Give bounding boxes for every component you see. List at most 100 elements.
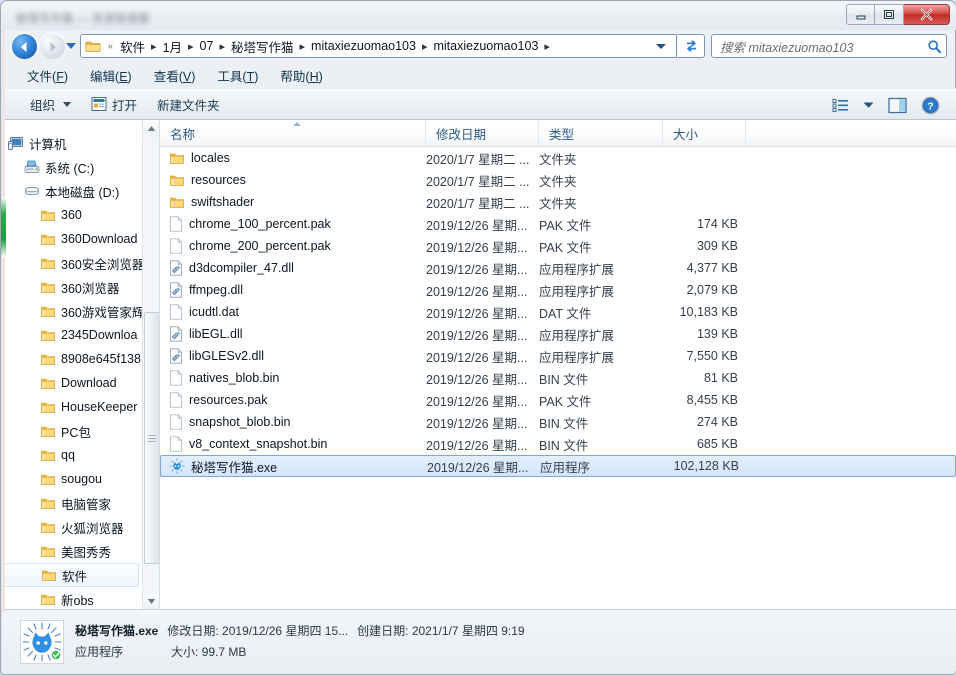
table-row[interactable]: chrome_200_percent.pak 2019/12/26 星期... PA… [160,235,956,257]
breadcrumb-sep-5[interactable]: ▸ [542,39,552,54]
sidebar-item-16[interactable]: 火狐浏览器 [2,515,147,539]
sidebar-item-19[interactable]: 新obs [2,587,147,609]
table-row[interactable]: natives_blob.bin 2019/12/26 星期... BIN 文件 81… [160,367,956,389]
breadcrumb-sep-2[interactable]: ▸ [217,39,227,54]
forward-button[interactable] [40,34,65,59]
breadcrumb-overflow[interactable]: « [105,40,116,52]
navigation-pane[interactable]: 计算机 系统 (C:) 本地磁盘 (D:) 360 360Download 360安全浏览… [2,120,160,609]
table-row[interactable]: libEGL.dll 2019/12/26 星期... 应用程序扩展 139 KB [160,323,956,345]
column-header-1[interactable]: 修改日期 [426,120,539,147]
sidebar-scroll-thumb[interactable] [144,312,159,564]
preview-pane-button[interactable] [882,94,913,117]
table-row[interactable]: chrome_100_percent.pak 2019/12/26 星期... PA… [160,213,956,235]
new-folder-button[interactable]: 新建文件夹 [147,91,230,118]
column-header-3[interactable]: 大小 [663,120,746,147]
sidebar-item-12[interactable]: PC包 [2,419,147,443]
breadcrumb-item-0[interactable]: 软件 [116,36,149,57]
sidebar-item-5[interactable]: 360安全浏览器 [2,251,147,275]
breadcrumb-sep-1[interactable]: ▸ [186,39,196,54]
file-size: 102,128 KB [673,459,739,473]
breadcrumb[interactable]: « 软件 ▸ 1月 ▸ 07 ▸ 秘塔写作猫 ▸ mitaxiezuomao10… [80,34,677,58]
file-name-cell: resources [160,173,426,187]
menu-bar: 文件(F) 编辑(E) 查看(V) 工具(T) 帮助(H) [2,63,956,88]
open-button[interactable]: 打开 [81,91,147,118]
sidebar-item-13[interactable]: qq [2,443,147,467]
refresh-button[interactable] [678,34,705,58]
file-list-pane[interactable]: 名称 修改日期 类型 大小 locales 2020/1/7 星期二 ... 文件夹 res… [160,120,956,609]
window-controls [846,4,950,25]
sidebar-item-3[interactable]: 360 [2,203,147,227]
menu-view[interactable]: 查看(V) [143,63,207,88]
search-input[interactable]: 搜索 mitaxiezuomao103 [720,37,927,56]
table-row[interactable]: snapshot_blob.bin 2019/12/26 星期... BIN 文件 2… [160,411,956,433]
help-button[interactable]: ? [915,93,946,118]
sidebar-item-9[interactable]: 8908e645f138 [2,347,147,371]
table-row[interactable]: v8_context_snapshot.bin 2019/12/26 星期... B… [160,433,956,455]
sidebar-item-2[interactable]: 本地磁盘 (D:) [2,179,147,203]
minimize-button[interactable] [846,4,875,25]
table-row[interactable]: d3dcompiler_47.dll 2019/12/26 星期... 应用程序扩展… [160,257,956,279]
back-button[interactable] [12,34,37,59]
file-type: 应用程序 [540,460,591,475]
sidebar-item-4[interactable]: 360Download [2,227,147,251]
table-row[interactable]: resources.pak 2019/12/26 星期... PAK 文件 8,455… [160,389,956,411]
dll-icon [170,260,183,276]
breadcrumb-item-5[interactable]: mitaxiezuomao103 [429,38,542,54]
sidebar-item-8[interactable]: 2345Downloa [2,323,147,347]
organize-button[interactable]: 组织 [20,91,81,118]
table-row[interactable]: locales 2020/1/7 星期二 ... 文件夹 [160,147,956,169]
breadcrumb-sep-4[interactable]: ▸ [420,39,430,54]
breadcrumb-sep-0[interactable]: ▸ [149,39,159,54]
folder-icon [41,594,55,605]
scroll-down-button[interactable] [143,593,159,609]
breadcrumb-sep-3[interactable]: ▸ [298,39,308,54]
sidebar-item-0[interactable]: 计算机 [2,131,147,155]
sidebar-item-6[interactable]: 360浏览器 [2,275,147,299]
file-icon [170,436,183,452]
menu-tools[interactable]: 工具(T) [206,63,269,88]
sidebar-item-14[interactable]: sougou [2,467,147,491]
table-row[interactable]: swiftshader 2020/1/7 星期二 ... 文件夹 [160,191,956,213]
view-options-button[interactable] [826,95,855,116]
file-size: 7,550 KB [686,349,738,363]
search-box[interactable]: 搜索 mitaxiezuomao103 [711,34,947,58]
menu-file[interactable]: 文件(F) [16,63,79,88]
cat-app-icon [20,620,64,664]
file-type: 文件夹 [539,152,577,167]
folder-icon [41,546,55,557]
file-name: locales [191,151,230,165]
menu-help[interactable]: 帮助(H) [269,63,333,88]
sidebar-item-11[interactable]: HouseKeeper [2,395,147,419]
table-row[interactable]: ffmpeg.dll 2019/12/26 星期... 应用程序扩展 2,079 KB [160,279,956,301]
view-options-dropdown[interactable] [857,98,880,112]
sidebar-item-17[interactable]: 美图秀秀 [2,539,147,563]
close-button[interactable] [904,4,950,25]
scroll-up-button[interactable] [143,120,159,137]
breadcrumb-item-2[interactable]: 07 [196,38,218,54]
breadcrumb-item-4[interactable]: mitaxiezuomao103 [307,38,420,54]
maximize-button[interactable] [875,4,904,25]
file-type: 文件夹 [539,174,577,189]
left-edge-artifact-top [1,30,5,197]
sidebar-item-18[interactable]: 软件 [2,563,139,587]
column-header-0[interactable]: 名称 [160,120,426,147]
sidebar-item-7[interactable]: 360游戏管家辉 [2,299,147,323]
sidebar-item-10[interactable]: Download [2,371,147,395]
breadcrumb-dropdown-button[interactable] [647,35,675,57]
sidebar-scrollbar[interactable] [142,120,159,609]
table-row[interactable]: 秘塔写作猫.exe 2019/12/26 星期... 应用程序 102,128 KB [160,455,956,477]
breadcrumb-item-1[interactable]: 1月 [159,36,186,57]
breadcrumb-item-3[interactable]: 秘塔写作猫 [227,36,298,57]
menu-edit[interactable]: 编辑(E) [79,63,143,88]
sidebar-item-1[interactable]: 系统 (C:) [2,155,147,179]
column-header-label: 修改日期 [436,127,487,142]
recent-locations-dropdown[interactable] [66,43,76,49]
details-modified-label: 修改日期: [167,624,219,638]
table-row[interactable]: libGLESv2.dll 2019/12/26 星期... 应用程序扩展 7,550… [160,345,956,367]
file-date: 2020/1/7 星期二 ... [426,152,530,167]
column-header-2[interactable]: 类型 [539,120,663,147]
title-bar[interactable]: 秘塔写作猫 — 资源管理器 [2,2,956,30]
sidebar-item-15[interactable]: 电脑管家 [2,491,147,515]
table-row[interactable]: icudtl.dat 2019/12/26 星期... DAT 文件 10,183 K… [160,301,956,323]
table-row[interactable]: resources 2020/1/7 星期二 ... 文件夹 [160,169,956,191]
